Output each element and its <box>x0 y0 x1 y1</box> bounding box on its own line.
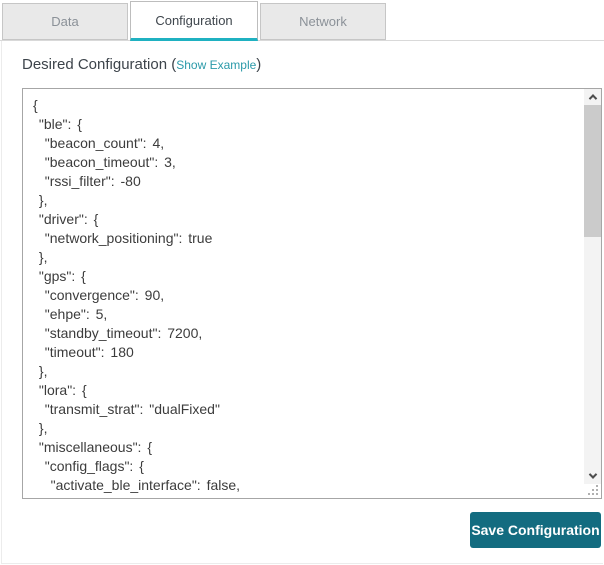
show-example-link[interactable]: Show Example <box>176 58 256 72</box>
scrollbar-thumb[interactable] <box>584 105 601 237</box>
tab-network[interactable]: Network <box>260 3 386 40</box>
config-json-text: { "ble": { "beacon_count": 4, "beacon_ti… <box>33 97 241 493</box>
scrollbar-up-button[interactable] <box>584 89 601 105</box>
editor-scrollbar[interactable] <box>584 89 601 484</box>
scrollbar-down-button[interactable] <box>584 468 601 484</box>
resize-handle-icon[interactable] <box>587 484 599 496</box>
save-configuration-button[interactable]: Save Configuration <box>470 512 601 548</box>
paren-close: ) <box>256 56 262 73</box>
tabbar-divider <box>0 40 604 41</box>
desired-configuration-label: Desired Configuration <box>22 56 168 73</box>
desired-configuration-label-row: Desired Configuration (Show Example) <box>22 56 261 74</box>
chevron-down-icon <box>588 470 597 479</box>
tab-data[interactable]: Data <box>2 3 128 40</box>
desired-configuration-textarea[interactable]: { "ble": { "beacon_count": 4, "beacon_ti… <box>22 88 602 499</box>
tab-configuration[interactable]: Configuration <box>130 1 258 41</box>
tab-bar: Data Configuration Network <box>0 0 604 41</box>
chevron-up-icon <box>588 94 597 103</box>
